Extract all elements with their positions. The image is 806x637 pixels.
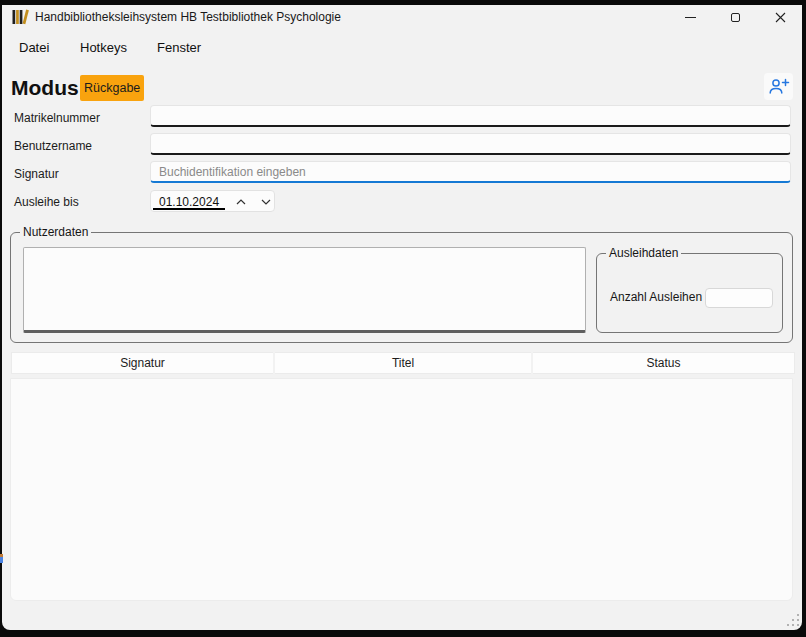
mode-heading: Modus <box>11 76 79 100</box>
window-title: Handbibliotheksleihsystem HB Testbibliot… <box>35 10 341 24</box>
minimize-icon <box>685 17 696 18</box>
menu-item-fenster[interactable]: Fenster <box>157 40 201 55</box>
chevron-up-icon <box>236 199 246 205</box>
spin-up-button[interactable] <box>229 192 253 211</box>
menu-item-hotkeys[interactable]: Hotkeys <box>80 40 127 55</box>
screen-artifact <box>0 554 3 563</box>
label-matrikelnummer: Matrikelnummer <box>14 111 100 125</box>
column-header-status[interactable]: Status <box>533 352 795 374</box>
column-header-titel[interactable]: Titel <box>275 352 531 374</box>
column-header-signatur[interactable]: Signatur <box>11 352 273 374</box>
minimize-button[interactable] <box>674 5 706 29</box>
maximize-button[interactable] <box>719 5 751 29</box>
chevron-down-icon <box>261 199 271 205</box>
nutzerdaten-legend: Nutzerdaten <box>20 225 91 239</box>
anzahl-ausleihen-input[interactable] <box>705 288 773 308</box>
table-body <box>10 378 793 601</box>
mode-badge: Rückgabe <box>80 75 144 101</box>
close-icon <box>775 12 786 23</box>
ausleihe-bis-date-spinner[interactable]: 01.10.2024 <box>150 190 275 212</box>
label-signatur: Signatur <box>14 167 59 181</box>
maximize-icon <box>731 13 740 22</box>
anzahl-ausleihen-label: Anzahl Ausleihen <box>610 290 702 304</box>
date-underline <box>153 208 225 210</box>
benutzername-input[interactable] <box>150 133 791 155</box>
person-add-icon <box>768 77 790 96</box>
table-header: Signatur Titel Status <box>11 352 795 374</box>
add-user-button[interactable] <box>764 73 793 100</box>
label-benutzername: Benutzername <box>14 139 92 153</box>
ausleihdaten-legend: Ausleihdaten <box>606 246 681 260</box>
resize-grip-icon[interactable] <box>787 614 799 626</box>
matrikelnummer-input[interactable] <box>150 105 791 127</box>
spin-down-button[interactable] <box>254 192 278 211</box>
nutzerdaten-textarea[interactable] <box>23 247 586 333</box>
app-books-icon <box>12 9 30 25</box>
label-ausleihe-bis: Ausleihe bis <box>14 195 79 209</box>
close-button[interactable] <box>764 5 796 29</box>
date-value: 01.10.2024 <box>159 195 219 209</box>
menu-item-datei[interactable]: Datei <box>19 40 49 55</box>
application-window: Handbibliotheksleihsystem HB Testbibliot… <box>2 5 802 630</box>
signatur-input[interactable] <box>150 161 791 183</box>
